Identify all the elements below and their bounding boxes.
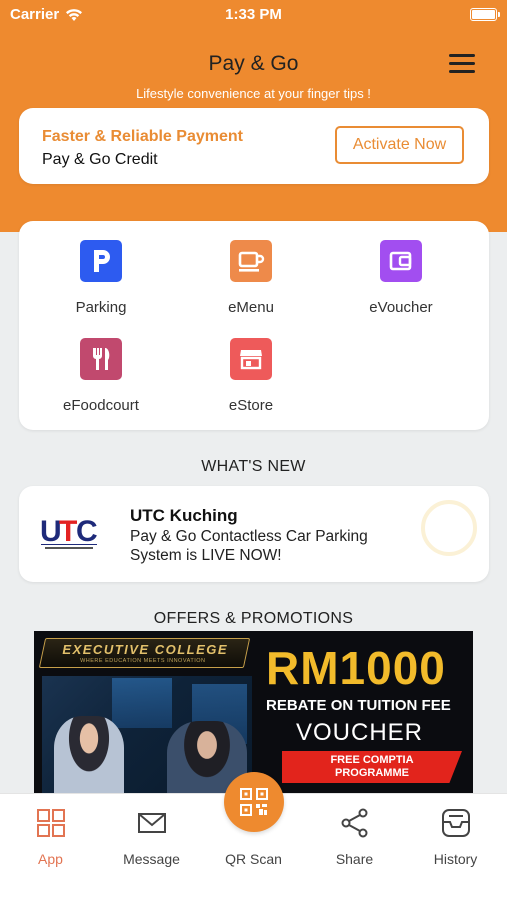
utc-logo: U T C xyxy=(39,510,101,554)
fork-knife-icon xyxy=(80,338,122,380)
services-grid: Parking eMenu eVoucher eFoodcourt eStore xyxy=(19,221,489,430)
service-efoodcourt[interactable]: eFoodcourt xyxy=(26,338,176,414)
coffee-cup-icon xyxy=(230,240,272,282)
inbox-icon xyxy=(442,809,470,837)
activate-now-button[interactable]: Activate Now xyxy=(335,126,464,164)
status-bar: Carrier 1:33 PM xyxy=(0,0,507,30)
tab-label: App xyxy=(38,851,63,867)
service-label: Parking xyxy=(75,299,127,316)
tab-label: History xyxy=(433,851,478,867)
qr-scan-button[interactable] xyxy=(224,772,284,832)
wallet-icon xyxy=(380,240,422,282)
svg-text:C: C xyxy=(76,515,97,548)
store-icon xyxy=(230,338,272,380)
news-body: Pay & Go Contactless Car Parking System … xyxy=(130,528,368,564)
college-tagline: WHERE EDUCATION MEETS INNOVATION xyxy=(80,658,206,664)
svg-text:U: U xyxy=(40,515,60,548)
news-title: UTC Kuching xyxy=(130,506,238,525)
service-label: eFoodcourt xyxy=(63,397,139,414)
hamburger-menu-icon[interactable] xyxy=(449,54,477,74)
tab-app[interactable]: App xyxy=(0,794,101,874)
loading-ring xyxy=(421,500,477,556)
credit-headline: Faster & Reliable Payment xyxy=(42,128,243,145)
service-parking[interactable]: Parking xyxy=(26,240,176,316)
service-evoucher[interactable]: eVoucher xyxy=(326,240,476,316)
svg-text:T: T xyxy=(59,515,77,548)
credit-label: Pay & Go Credit xyxy=(42,151,158,168)
battery-icon xyxy=(470,8,500,21)
status-time: 1:33 PM xyxy=(225,6,282,23)
envelope-icon xyxy=(138,813,166,833)
offers-heading: OFFERS & PROMOTIONS xyxy=(153,610,354,627)
news-card[interactable]: U T C UTC Kuching Pay & Go Contactless C… xyxy=(19,486,489,582)
tab-share[interactable]: Share xyxy=(304,794,405,874)
service-estore[interactable]: eStore xyxy=(176,338,326,414)
promo-amount: RM1000 xyxy=(266,642,446,694)
service-label: eVoucher xyxy=(369,299,433,316)
college-name: EXECUTIVE COLLEGE xyxy=(62,642,229,657)
promo-free-line2: PROGRAMME xyxy=(335,767,409,779)
service-label: eStore xyxy=(228,397,274,414)
tab-label: Share xyxy=(335,851,374,867)
parking-icon xyxy=(80,240,122,282)
share-icon xyxy=(341,808,368,838)
promo-rebate: REBATE ON TUITION FEE xyxy=(266,697,451,714)
whats-new-heading: WHAT'S NEW xyxy=(201,458,306,475)
service-emenu[interactable]: eMenu xyxy=(176,240,326,316)
promo-voucher: VOUCHER xyxy=(296,719,424,746)
tab-label: Message xyxy=(123,851,180,867)
credit-card-panel: Faster & Reliable Payment Pay & Go Credi… xyxy=(19,108,489,184)
service-label: eMenu xyxy=(228,299,274,316)
college-badge: EXECUTIVE COLLEGE WHERE EDUCATION MEETS … xyxy=(38,638,251,668)
tab-label: QR Scan xyxy=(225,851,282,867)
promo-free-line1: FREE COMPTIA xyxy=(330,754,414,766)
page-subtitle: Lifestyle convenience at your finger tip… xyxy=(136,86,371,101)
promo-banner[interactable]: EXECUTIVE COLLEGE WHERE EDUCATION MEETS … xyxy=(34,631,473,793)
tab-history[interactable]: History xyxy=(405,794,506,874)
grid-icon xyxy=(37,809,65,837)
promo-photo xyxy=(42,676,252,793)
qr-code-icon xyxy=(240,788,268,816)
page-title: Pay & Go xyxy=(208,52,299,75)
tab-message[interactable]: Message xyxy=(101,794,202,874)
promo-free-ribbon: FREE COMPTIA PROGRAMME xyxy=(282,751,462,783)
